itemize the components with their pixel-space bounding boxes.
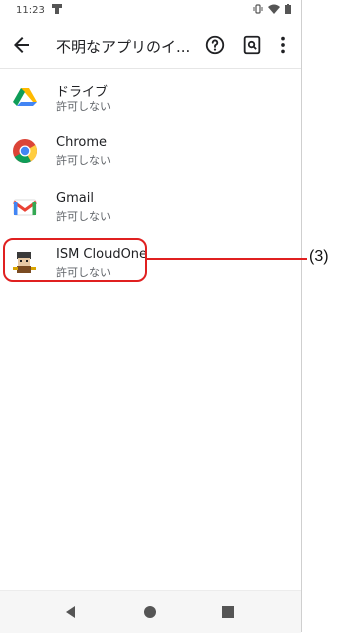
search-apps-icon[interactable] bbox=[241, 34, 263, 56]
vibrate-icon bbox=[253, 4, 263, 14]
system-nav-bar bbox=[0, 590, 301, 633]
app-row-gmail[interactable]: Gmail 許可しない bbox=[0, 180, 301, 236]
app-permission-status: 許可しない bbox=[56, 154, 111, 167]
app-name: Gmail bbox=[56, 191, 94, 206]
status-icons bbox=[253, 4, 291, 14]
phone-screen: 11:23 不明なアプリのイ... ドライブ 許可しない Chrome 許可しな… bbox=[0, 0, 302, 633]
battery-icon bbox=[285, 4, 291, 14]
app-row-chrome[interactable]: Chrome 許可しない bbox=[0, 124, 301, 180]
help-icon[interactable] bbox=[204, 34, 226, 56]
app-bar: 不明なアプリのイ... bbox=[0, 22, 301, 69]
app-permission-status: 許可しない bbox=[56, 210, 111, 223]
nav-back-icon[interactable] bbox=[64, 605, 78, 619]
annotation-callout-line bbox=[147, 258, 307, 260]
app-row-drive[interactable]: ドライブ 許可しない bbox=[0, 70, 301, 126]
nav-home-icon[interactable] bbox=[143, 605, 157, 619]
annotation-callout-label: (3) bbox=[309, 248, 329, 265]
status-bar: 11:23 bbox=[0, 0, 301, 22]
chrome-icon bbox=[13, 139, 38, 164]
app-name: Chrome bbox=[56, 135, 107, 150]
annotation-highlight-box bbox=[3, 238, 147, 282]
gmail-icon bbox=[13, 199, 37, 216]
wifi-icon bbox=[268, 4, 280, 14]
more-options-icon[interactable] bbox=[272, 34, 294, 56]
notification-app-icon bbox=[52, 4, 62, 14]
back-arrow-icon[interactable] bbox=[10, 33, 34, 57]
app-permission-status: 許可しない bbox=[56, 100, 111, 113]
google-drive-icon bbox=[13, 88, 37, 106]
page-title: 不明なアプリのイ... bbox=[56, 38, 191, 56]
status-time: 11:23 bbox=[16, 5, 45, 16]
nav-recent-apps-icon[interactable] bbox=[221, 605, 235, 619]
